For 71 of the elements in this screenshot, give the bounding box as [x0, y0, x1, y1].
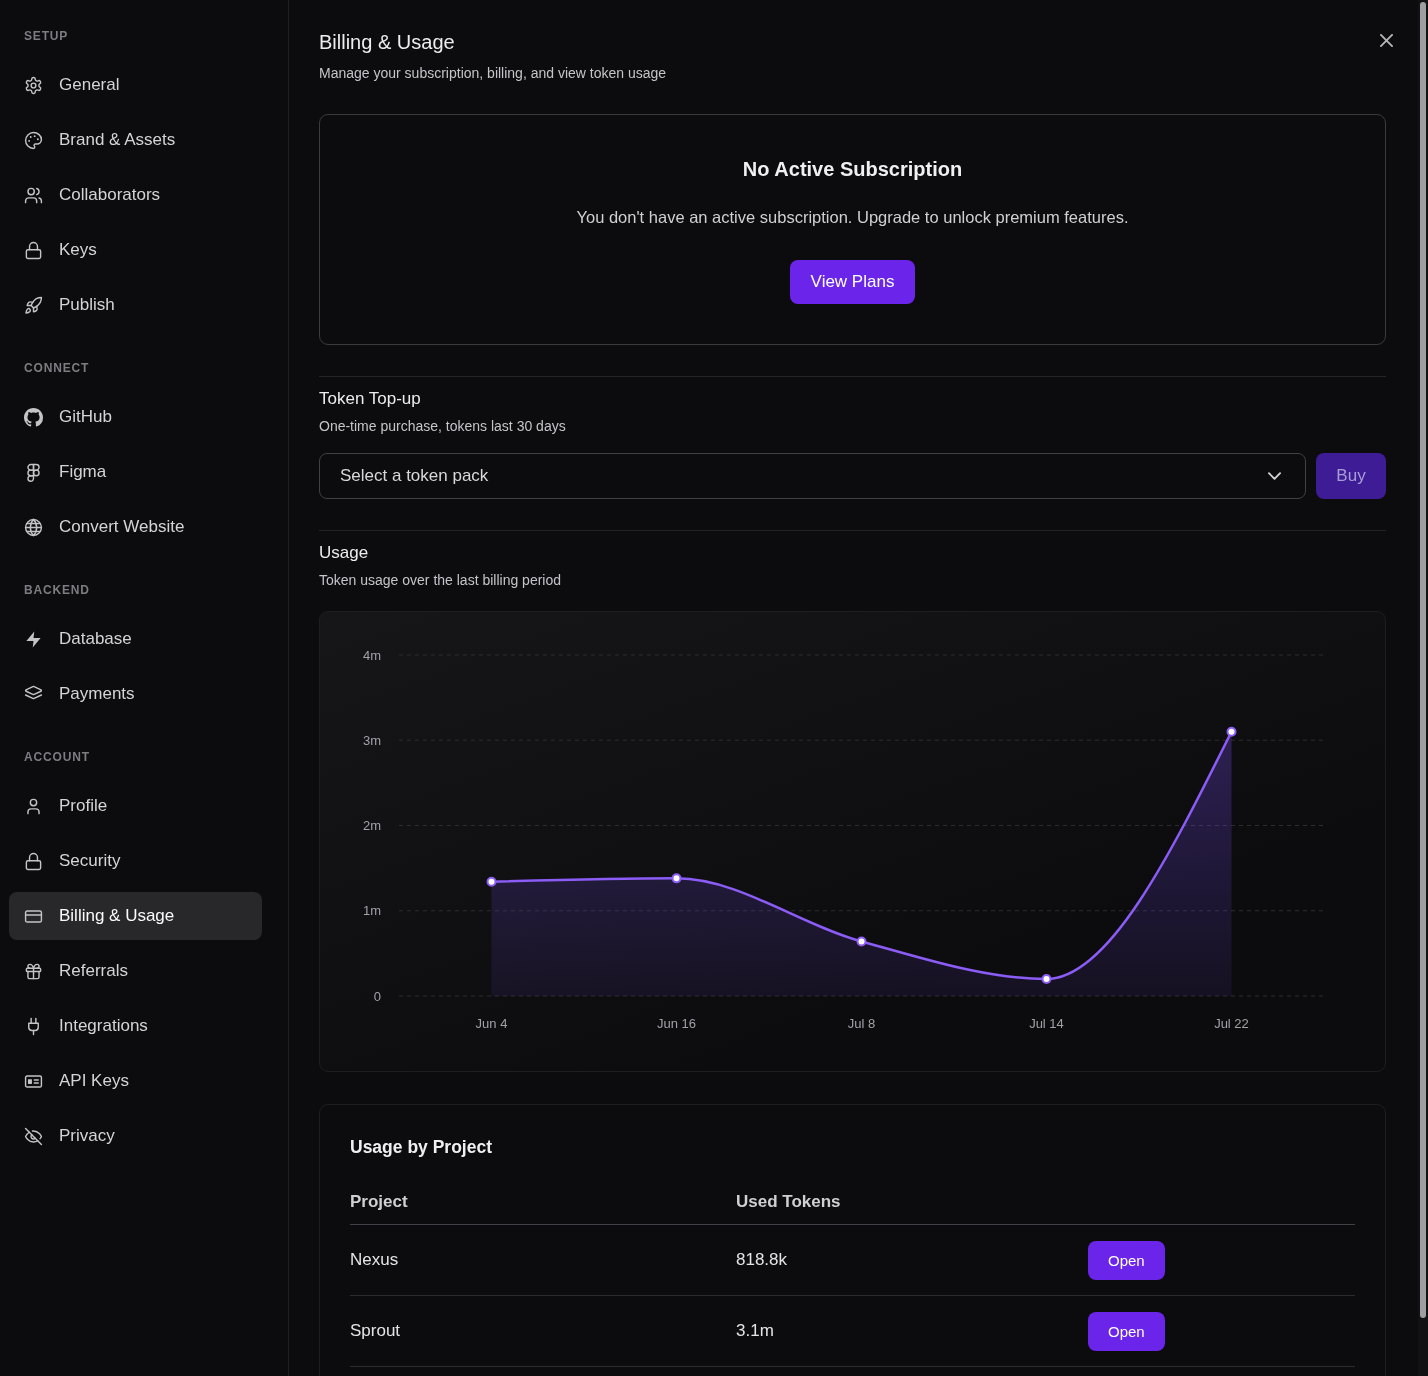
- sidebar-item[interactable]: Collaborators: [9, 171, 262, 219]
- sidebar-item[interactable]: Referrals: [9, 947, 262, 995]
- sidebar-item[interactable]: Publish: [9, 281, 262, 329]
- lock-icon: [24, 240, 43, 260]
- close-button[interactable]: [1380, 34, 1393, 47]
- sidebar-item[interactable]: Privacy: [9, 1112, 262, 1160]
- x-axis-label: Jul 22: [1214, 1015, 1249, 1031]
- y-axis-label: 2m: [362, 818, 381, 833]
- view-plans-button[interactable]: View Plans: [789, 260, 916, 304]
- open-button[interactable]: Open: [1088, 1240, 1165, 1280]
- table-cell: Nexus: [350, 1250, 399, 1270]
- token-pack-select[interactable]: Select a token pack: [319, 453, 1306, 499]
- table-cell: Sprout: [350, 1321, 401, 1341]
- column-header: Used Tokens: [736, 1192, 841, 1212]
- scrollbar-thumb[interactable]: [1420, 2, 1426, 1318]
- table-cell: 818.8k: [736, 1250, 788, 1270]
- x-axis-label: Jun 16: [657, 1015, 696, 1031]
- eye-slash-icon: [24, 1126, 43, 1146]
- y-axis-label: 0: [373, 988, 381, 1004]
- section-title: Usage: [319, 542, 369, 564]
- card-message: You don't have an active subscription. Upgrade to unlock premium features.: [576, 207, 1129, 228]
- section-subtitle: One-time purchase, tokens last 30 days: [319, 417, 566, 436]
- data-point: [1041, 973, 1052, 984]
- open-button[interactable]: Open: [1088, 1311, 1165, 1351]
- section-title: Token Top-up: [319, 388, 421, 410]
- globe-icon: [24, 517, 43, 537]
- sidebar-item[interactable]: Integrations: [9, 1002, 262, 1050]
- github-icon: [24, 407, 43, 427]
- figma-icon: [24, 462, 43, 482]
- section-heading: ACCOUNT: [24, 749, 90, 766]
- section-heading: BACKEND: [24, 582, 90, 599]
- sidebar-item[interactable]: Profile: [9, 782, 262, 830]
- data-point: [1226, 726, 1237, 737]
- gear-icon: [24, 75, 43, 95]
- rocket-icon: [24, 295, 43, 315]
- section-heading: SETUP: [24, 28, 69, 45]
- card-title: No Active Subscription: [742, 157, 963, 182]
- sidebar-item[interactable]: Keys: [9, 226, 262, 274]
- page-title: Billing & Usage: [319, 30, 455, 55]
- card-title: Usage by Project: [350, 1136, 492, 1159]
- sidebar-item[interactable]: GitHub: [9, 393, 262, 441]
- x-axis-label: Jul 8: [847, 1015, 876, 1031]
- palette-icon: [24, 130, 43, 150]
- user-icon: [24, 796, 43, 816]
- x-axis-label: Jul 14: [1029, 1015, 1064, 1031]
- close-icon: [1380, 34, 1393, 47]
- chevron-down-icon: [1268, 472, 1281, 480]
- column-header: Project: [350, 1192, 408, 1212]
- x-axis-label: Jun 4: [475, 1015, 508, 1031]
- sidebar-item[interactable]: Security: [9, 837, 262, 885]
- y-axis-label: 3m: [362, 732, 381, 748]
- lock-icon: [24, 851, 43, 871]
- users-icon: [24, 185, 43, 205]
- sidebar-item[interactable]: Figma: [9, 448, 262, 496]
- sidebar-item[interactable]: Payments: [9, 670, 262, 718]
- gift-icon: [24, 961, 43, 981]
- data-point: [486, 876, 497, 887]
- data-point: [856, 936, 867, 947]
- section-subtitle: Token usage over the last billing period: [319, 571, 562, 590]
- sidebar-item[interactable]: General: [9, 61, 262, 109]
- sidebar-item[interactable]: API Keys: [9, 1057, 262, 1105]
- section-heading: CONNECT: [24, 360, 90, 377]
- y-axis-label: 1m: [362, 903, 381, 919]
- sidebar-item[interactable]: Billing & Usage: [9, 892, 262, 940]
- y-axis-label: 4m: [362, 647, 381, 663]
- page-subtitle: Manage your subscription, billing, and view token usage: [319, 64, 667, 83]
- sidebar-item[interactable]: Convert Website: [9, 503, 262, 551]
- table-cell: 3.1m: [736, 1321, 774, 1341]
- data-point: [671, 873, 682, 884]
- sidebar-item[interactable]: Brand & Assets: [9, 116, 262, 164]
- sidebar-item[interactable]: Database: [9, 615, 262, 663]
